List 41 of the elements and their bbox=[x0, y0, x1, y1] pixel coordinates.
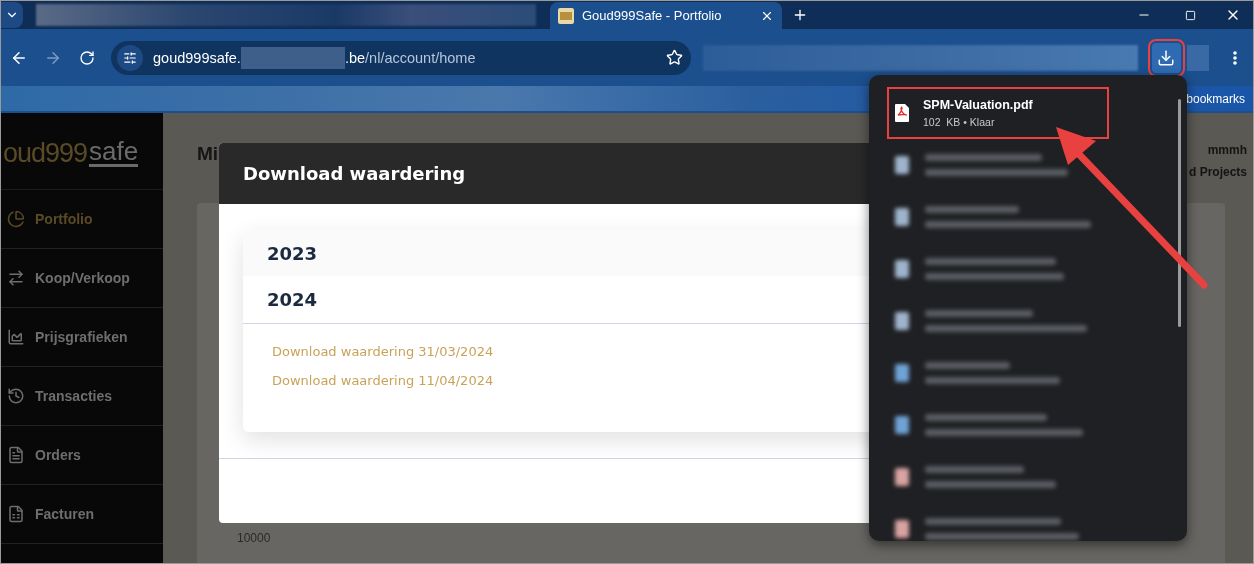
user-info-text: d Projects bbox=[1188, 164, 1247, 181]
site-info-icon[interactable] bbox=[117, 44, 143, 71]
blurred-profile bbox=[1187, 44, 1209, 71]
document-icon bbox=[7, 446, 25, 464]
swap-arrows-icon bbox=[7, 269, 25, 287]
download-button[interactable] bbox=[1151, 42, 1182, 73]
download-status: 102 KB • Klaar bbox=[923, 116, 996, 128]
area-chart-icon bbox=[7, 328, 25, 346]
bookmark-star-icon[interactable] bbox=[665, 49, 683, 66]
download-link[interactable]: Download waardering 31/03/2024 bbox=[272, 344, 494, 359]
sidebar-item[interactable]: Facturen bbox=[1, 485, 163, 544]
maximize-icon bbox=[1184, 9, 1196, 21]
pie-chart-icon bbox=[7, 210, 25, 228]
tab-search-button[interactable] bbox=[1, 2, 23, 28]
user-info-text: mmmh bbox=[1207, 142, 1247, 159]
site-logo: oud999safe bbox=[1, 113, 163, 190]
download-link[interactable]: Download waardering 11/04/2024 bbox=[272, 373, 494, 388]
download-item[interactable]: SPM-Valuation.pdf 102 KB • Klaar bbox=[887, 87, 1109, 139]
url-text: goud999safe. .be/nl/account/home bbox=[153, 46, 666, 69]
sliders-icon bbox=[123, 50, 137, 65]
all-bookmarks-link[interactable]: bookmarks bbox=[1186, 91, 1245, 106]
plus-icon bbox=[792, 7, 808, 23]
address-bar[interactable]: goud999safe. .be/nl/account/home bbox=[111, 40, 691, 75]
scrollbar[interactable] bbox=[1178, 99, 1181, 327]
page-heading: Mi bbox=[197, 143, 219, 165]
axis-label: 10000 bbox=[237, 531, 272, 545]
file-name: SPM-Valuation.pdf bbox=[923, 98, 1033, 112]
sidebar-item[interactable]: Portfolio bbox=[1, 190, 163, 249]
invoice-icon bbox=[7, 505, 25, 523]
sidebar-item[interactable]: Prijsgrafieken bbox=[1, 308, 163, 367]
browser-tab[interactable]: Goud999Safe - Portfolio bbox=[550, 2, 782, 29]
download-icon bbox=[1157, 48, 1176, 67]
sidebar-item[interactable]: Koop/Verkoop bbox=[1, 249, 163, 308]
pdf-file-icon bbox=[895, 104, 909, 122]
site-favicon-icon bbox=[558, 7, 574, 24]
menu-icon bbox=[1233, 50, 1237, 65]
history-icon bbox=[7, 387, 25, 405]
sidebar-item[interactable]: Transacties bbox=[1, 367, 163, 426]
reload-icon bbox=[79, 49, 95, 66]
modal-title: Download waardering bbox=[243, 163, 466, 184]
sidebar-item[interactable]: Orders bbox=[1, 426, 163, 485]
